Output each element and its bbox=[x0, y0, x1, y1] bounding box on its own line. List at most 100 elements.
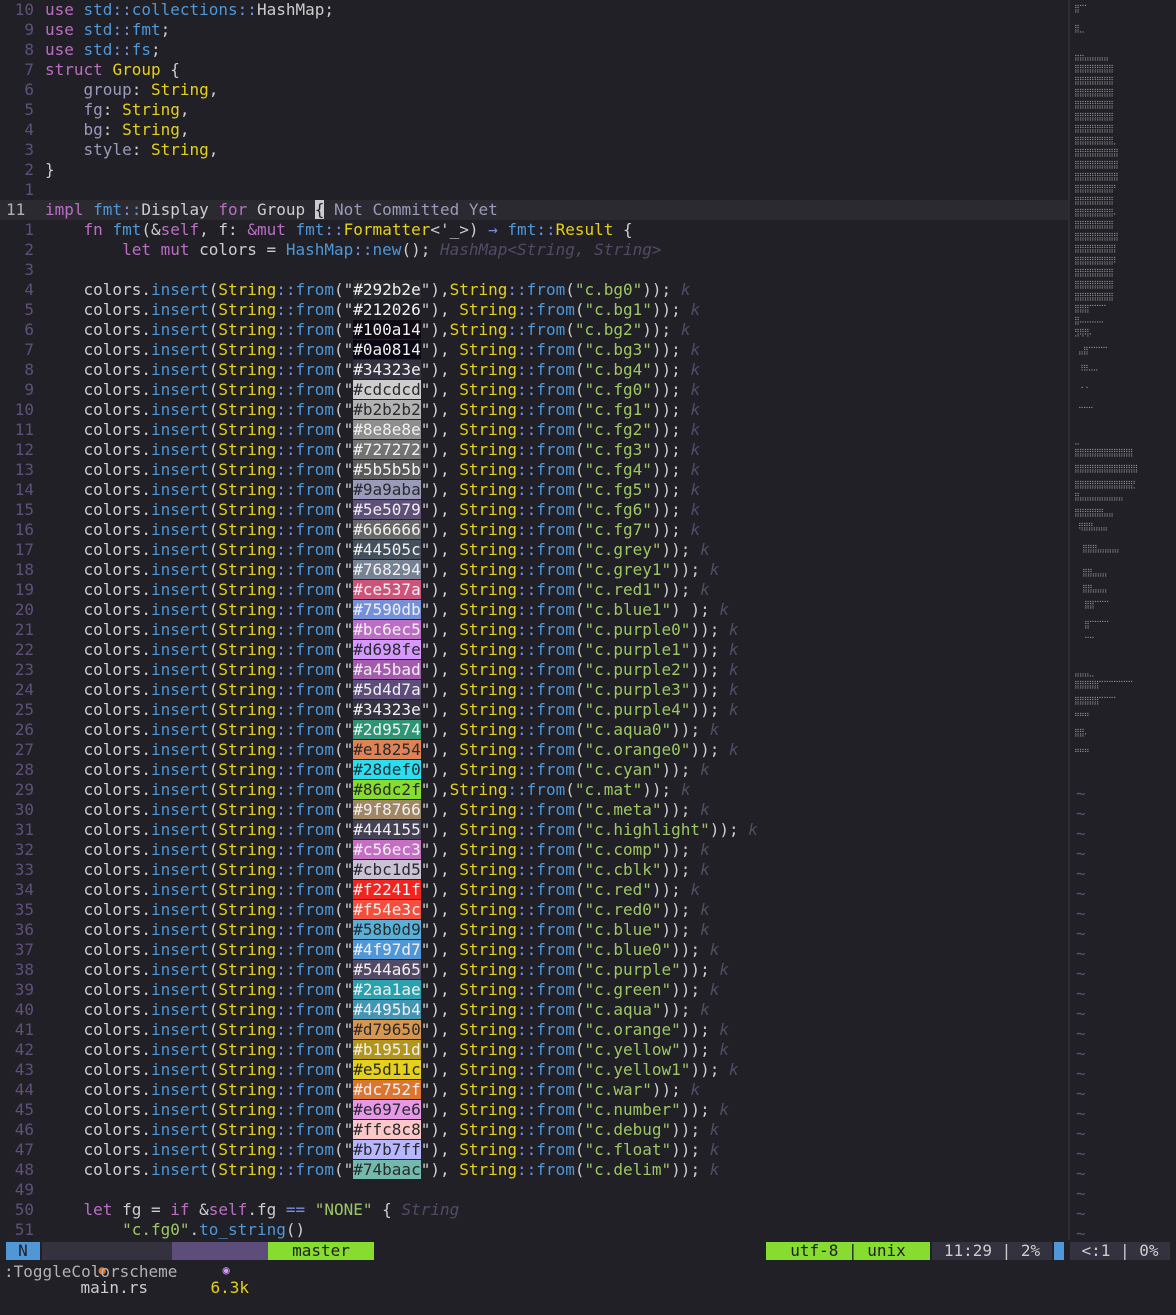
code-line[interactable]: 1 fn fmt(&self, f: &mut fmt::Formatter<'… bbox=[0, 220, 1068, 240]
minimap-block: ⣤⣤⣤⣀ bbox=[1074, 668, 1094, 677]
color-swatch: #d79650 bbox=[353, 1020, 421, 1039]
code-line[interactable]: 25 colors.insert(String::from("#34323e")… bbox=[0, 700, 1068, 720]
line-number: 1 bbox=[24, 220, 34, 239]
code-text: colors.insert(String::from("#e5d11c"), S… bbox=[45, 1060, 739, 1079]
code-line[interactable]: 34 colors.insert(String::from("#f2241f")… bbox=[0, 880, 1068, 900]
code-line[interactable]: 10 use std::collections::HashMap; bbox=[0, 0, 1068, 20]
code-line[interactable]: 51 "c.fg0".to_string() bbox=[0, 1220, 1068, 1240]
inlay-hint: k bbox=[680, 280, 691, 299]
minimap-block: ⣿⣿⣿⣿⣿⣿⣿⣿⣿ bbox=[1074, 160, 1119, 169]
line-number: 22 bbox=[14, 640, 34, 659]
code-text: colors.insert(String::from("#34323e"), S… bbox=[45, 360, 701, 379]
inlay-hint: k bbox=[728, 660, 739, 679]
code-line[interactable]: 17 colors.insert(String::from("#44505c")… bbox=[0, 540, 1068, 560]
code-line[interactable]: 30 colors.insert(String::from("#9f8766")… bbox=[0, 800, 1068, 820]
code-text: colors.insert(String::from("#dc752f"), S… bbox=[45, 1080, 701, 1099]
code-line[interactable]: 5 fg: String, bbox=[0, 100, 1068, 120]
branch-segment[interactable]: master bbox=[268, 1242, 374, 1260]
code-line[interactable]: 33 colors.insert(String::from("#cbc1d5")… bbox=[0, 860, 1068, 880]
code-line[interactable]: 2 let mut colors = HashMap::new(); HashM… bbox=[0, 240, 1068, 260]
code-line[interactable]: 20 colors.insert(String::from("#7590db")… bbox=[0, 600, 1068, 620]
code-line[interactable]: 19 colors.insert(String::from("#ce537a")… bbox=[0, 580, 1068, 600]
code-line[interactable]: 40 colors.insert(String::from("#4495b4")… bbox=[0, 1000, 1068, 1020]
code-line[interactable]: 48 colors.insert(String::from("#74baac")… bbox=[0, 1160, 1068, 1180]
code-line[interactable]: 14 colors.insert(String::from("#9a9aba")… bbox=[0, 480, 1068, 500]
mode-indicator: N bbox=[6, 1242, 40, 1260]
code-text: colors.insert(String::from("#d79650"), S… bbox=[45, 1020, 729, 1039]
inlay-hint: k bbox=[709, 940, 720, 959]
code-line[interactable]: 50 let fg = if &self.fg == "NONE" { Stri… bbox=[0, 1200, 1068, 1220]
code-line[interactable]: 44 colors.insert(String::from("#dc752f")… bbox=[0, 1080, 1068, 1100]
code-text: impl fmt::Display for Group { Not Commit… bbox=[45, 200, 498, 219]
code-line[interactable]: 16 colors.insert(String::from("#666666")… bbox=[0, 520, 1068, 540]
minimap-pane[interactable]: ⣿⠉⠁ ⣿⣀ ⣶⣶⣤⣤⣤⣤⣤ ⣿⣿⣿⣿⣿⣿⣿⣿ ⣿⣿⣿⣿⣿⣿⣿⣿ ⣿⣿⣿⣿⣿⣿⣿⣿ ⣿⣿⣿⣿… bbox=[1070, 0, 1176, 1243]
code-line[interactable]: 27 colors.insert(String::from("#e18254")… bbox=[0, 740, 1068, 760]
code-line[interactable]: 49 bbox=[0, 1180, 1068, 1200]
code-line[interactable]: 26 colors.insert(String::from("#2d9574")… bbox=[0, 720, 1068, 740]
line-number: 20 bbox=[14, 600, 34, 619]
code-line[interactable]: 10 colors.insert(String::from("#b2b2b2")… bbox=[0, 400, 1068, 420]
code-line[interactable]: 13 colors.insert(String::from("#5b5b5b")… bbox=[0, 460, 1068, 480]
line-number: 47 bbox=[14, 1140, 34, 1159]
code-line[interactable]: 2} bbox=[0, 160, 1068, 180]
code-line[interactable]: 8 colors.insert(String::from("#34323e"),… bbox=[0, 360, 1068, 380]
statusline: N ● main.rs ◉ 6.3k master utf-8 | unix 1… bbox=[0, 1240, 1176, 1297]
color-key: "c.float" bbox=[584, 1140, 672, 1159]
code-line[interactable]: 4 bg: String, bbox=[0, 120, 1068, 140]
code-line[interactable]: 5 colors.insert(String::from("#212026"),… bbox=[0, 300, 1068, 320]
minimap-block: ⣿⣿⣿⣿⣿⣿⣿⣿ bbox=[1074, 268, 1114, 277]
code-line[interactable]: 8 use std::fs; bbox=[0, 40, 1068, 60]
file-segment[interactable]: ● main.rs bbox=[42, 1242, 172, 1297]
code-line[interactable]: 4 colors.insert(String::from("#292b2e"),… bbox=[0, 280, 1068, 300]
code-line[interactable]: 18 colors.insert(String::from("#768294")… bbox=[0, 560, 1068, 580]
code-line[interactable]: 36 colors.insert(String::from("#58b0d9")… bbox=[0, 920, 1068, 940]
code-line[interactable]: 28 colors.insert(String::from("#28def0")… bbox=[0, 760, 1068, 780]
code-editor[interactable]: 10 use std::collections::HashMap; 9 use std… bbox=[0, 0, 1068, 1240]
color-swatch: #e697e6 bbox=[353, 1100, 421, 1119]
code-line[interactable]: 42 colors.insert(String::from("#b1951d")… bbox=[0, 1040, 1068, 1060]
code-line[interactable]: 35 colors.insert(String::from("#f54e3c")… bbox=[0, 900, 1068, 920]
code-line[interactable]: 11 colors.insert(String::from("#8e8e8e")… bbox=[0, 420, 1068, 440]
code-line[interactable]: 46 colors.insert(String::from("#ffc8c8")… bbox=[0, 1120, 1068, 1140]
code-line[interactable]: 6 colors.insert(String::from("#100a14"),… bbox=[0, 320, 1068, 340]
code-line[interactable]: 11 impl fmt::Display for Group { Not Comm… bbox=[0, 200, 1068, 220]
color-swatch: #34323e bbox=[353, 700, 421, 719]
minimap-block: ⢿⣿⣿⣤⣤⣤ bbox=[1078, 522, 1108, 531]
code-line[interactable]: 9 colors.insert(String::from("#cdcdcd"),… bbox=[0, 380, 1068, 400]
code-line[interactable]: 1 bbox=[0, 180, 1068, 200]
code-line[interactable]: 39 colors.insert(String::from("#2aa1ae")… bbox=[0, 980, 1068, 1000]
code-line[interactable]: 45 colors.insert(String::from("#e697e6")… bbox=[0, 1100, 1068, 1120]
code-line[interactable]: 41 colors.insert(String::from("#d79650")… bbox=[0, 1020, 1068, 1040]
code-line[interactable]: 15 colors.insert(String::from("#5e5079")… bbox=[0, 500, 1068, 520]
code-line[interactable]: 7 colors.insert(String::from("#0a0814"),… bbox=[0, 340, 1068, 360]
code-line[interactable]: 9 use std::fmt; bbox=[0, 20, 1068, 40]
color-swatch: #100a14 bbox=[353, 320, 421, 339]
code-line[interactable]: 7 struct Group { bbox=[0, 60, 1068, 80]
code-line[interactable]: 32 colors.insert(String::from("#c56ec3")… bbox=[0, 840, 1068, 860]
code-line[interactable]: 6 group: String, bbox=[0, 80, 1068, 100]
code-line[interactable]: 23 colors.insert(String::from("#a45bad")… bbox=[0, 660, 1068, 680]
code-line[interactable]: 12 colors.insert(String::from("#727272")… bbox=[0, 440, 1068, 460]
code-line[interactable]: 38 colors.insert(String::from("#544a65")… bbox=[0, 960, 1068, 980]
code-line[interactable]: 31 colors.insert(String::from("#444155")… bbox=[0, 820, 1068, 840]
code-line[interactable]: 21 colors.insert(String::from("#bc6ec5")… bbox=[0, 620, 1068, 640]
code-line[interactable]: 22 colors.insert(String::from("#d698fe")… bbox=[0, 640, 1068, 660]
command-line[interactable]: :ToggleColorscheme bbox=[0, 1262, 1176, 1286]
code-line[interactable]: 47 colors.insert(String::from("#b7b7ff")… bbox=[0, 1140, 1068, 1160]
line-number: 44 bbox=[14, 1080, 34, 1099]
inlay-hint: k bbox=[690, 420, 701, 439]
minimap-block: ⣶⣶⣤⣤⣤⣤⣤ bbox=[1074, 52, 1109, 61]
minimap-block: ⠛⠛⠛ bbox=[1074, 748, 1090, 757]
code-line[interactable]: 43 colors.insert(String::from("#e5d11c")… bbox=[0, 1060, 1068, 1080]
color-swatch: #544a65 bbox=[353, 960, 421, 979]
inlay-hint: k bbox=[690, 440, 701, 459]
code-line[interactable]: 24 colors.insert(String::from("#5d4d7a")… bbox=[0, 680, 1068, 700]
line-number: 31 bbox=[14, 820, 34, 839]
code-line[interactable]: 37 colors.insert(String::from("#4f97d7")… bbox=[0, 940, 1068, 960]
color-key: "c.aqua" bbox=[584, 1000, 662, 1019]
code-line[interactable]: 29 colors.insert(String::from("#86dc2f")… bbox=[0, 780, 1068, 800]
code-line[interactable]: 3 bbox=[0, 260, 1068, 280]
minimap-block: ⣿⣿⣿⣿⣿⣿⣿⣿⣿ bbox=[1074, 232, 1119, 241]
code-line[interactable]: 3 style: String, bbox=[0, 140, 1068, 160]
color-key: "c.fg5" bbox=[584, 480, 652, 499]
